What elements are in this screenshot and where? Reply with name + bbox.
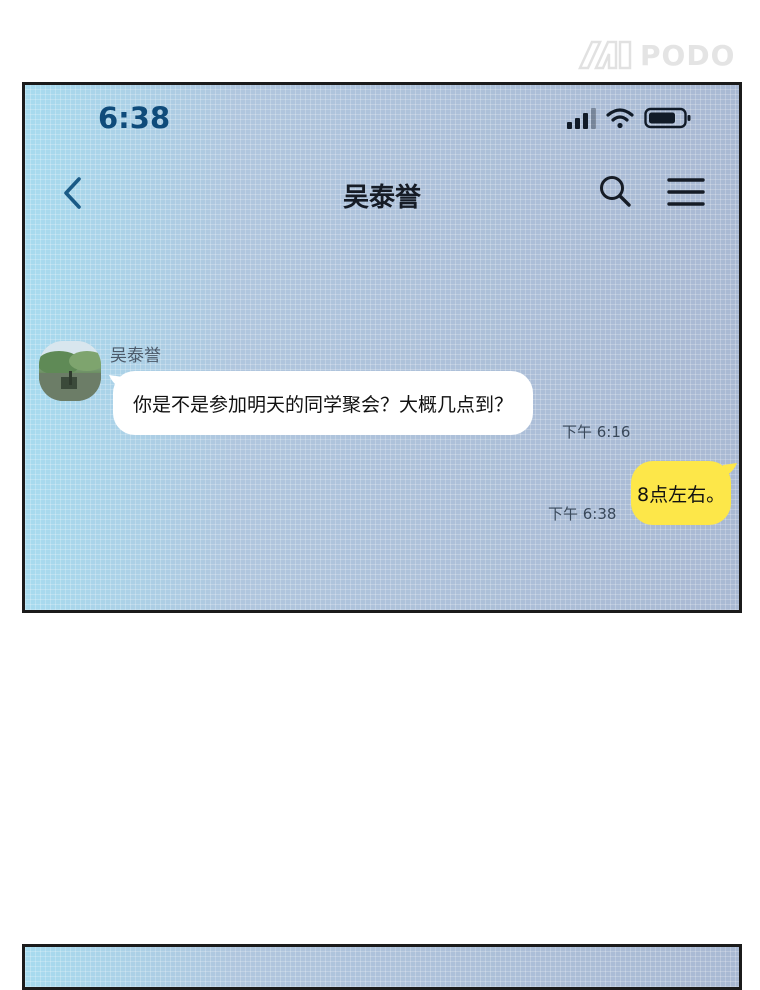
- next-panel-edge: [22, 944, 742, 990]
- bubble-tail: [723, 463, 738, 477]
- avatar[interactable]: [39, 341, 101, 401]
- outgoing-message-time: 下午 6:38: [548, 505, 617, 523]
- cellular-signal-icon: [567, 107, 596, 129]
- status-time: 6:38: [98, 101, 171, 135]
- publisher-logo-icon: [578, 40, 632, 70]
- battery-icon: [644, 107, 691, 129]
- avatar-photo-icon: [39, 341, 101, 401]
- sender-name: 吴泰誉: [110, 346, 161, 366]
- status-icons: [567, 107, 692, 129]
- wifi-icon: [606, 108, 634, 129]
- incoming-message-bubble[interactable]: 你是不是参加明天的同学聚会？大概几点到？: [109, 371, 534, 435]
- incoming-message-time: 下午 6:16: [562, 423, 631, 441]
- bubble-tail: [109, 375, 123, 389]
- outgoing-message-bubble[interactable]: 8点左右。: [631, 461, 738, 525]
- watermark-text: PODO: [640, 38, 736, 72]
- search-icon[interactable]: [597, 173, 633, 209]
- outgoing-message-text: 8点左右。: [637, 483, 726, 506]
- menu-icon[interactable]: [667, 177, 705, 207]
- watermark: PODO: [576, 38, 746, 72]
- chat-screen-panel: 6:38 吴泰誉 吴泰誉 你是不是参加明天的同学聚会？大概几点到？ 下午 6:1…: [22, 82, 742, 613]
- incoming-message-text: 你是不是参加明天的同学聚会？大概几点到？: [133, 393, 514, 416]
